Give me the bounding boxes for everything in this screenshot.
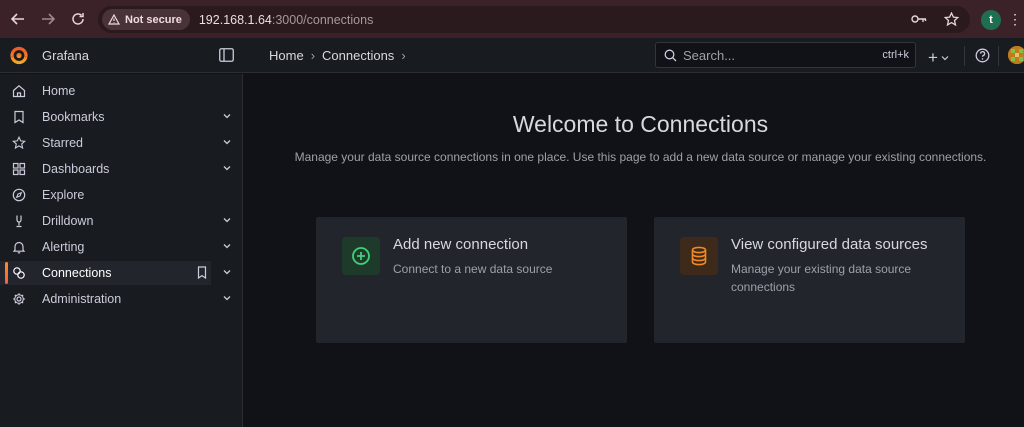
sidebar-item-starred[interactable]: Starred — [0, 131, 243, 155]
sidebar-item-label: Home — [42, 84, 76, 98]
chevron-down-icon[interactable] — [221, 136, 233, 148]
url-path: :3000/connections — [271, 12, 374, 27]
sidebar-item-bookmarks[interactable]: Bookmarks — [0, 105, 243, 129]
warning-icon — [108, 14, 120, 25]
header-divider — [964, 46, 965, 66]
card-title: View configured data sources — [731, 236, 928, 253]
sidebar-item-dashboards[interactable]: Dashboards — [0, 157, 243, 181]
bookmark-icon — [14, 110, 24, 124]
chevron-down-icon[interactable] — [221, 214, 233, 226]
search-placeholder: Search... — [683, 47, 736, 63]
reload-icon[interactable] — [66, 7, 90, 31]
sidebar-item-label: Explore — [42, 188, 85, 202]
new-button[interactable]: + — [928, 48, 949, 68]
chevron-down-icon — [941, 56, 949, 61]
sidebar-item-label: Connections — [42, 266, 112, 280]
address-bar[interactable]: Not secure 192.168.1.64:3000/connections — [98, 6, 970, 33]
url-host: 192.168.1.64 — [198, 12, 272, 27]
help-icon[interactable] — [975, 48, 990, 63]
add-new-connection-card[interactable]: Add new connection Connect to a new data… — [316, 217, 627, 343]
security-chip[interactable]: Not secure — [102, 9, 190, 30]
star-icon — [12, 136, 26, 150]
home-icon — [12, 85, 26, 98]
sidebar-item-explore[interactable]: Explore — [0, 183, 243, 207]
back-icon[interactable] — [6, 7, 30, 31]
apps-icon — [12, 162, 26, 176]
sidebar-item-connections[interactable]: Connections — [0, 261, 211, 285]
sidebar-item-alerting[interactable]: Alerting — [0, 235, 243, 259]
dock-menu-icon[interactable] — [219, 48, 234, 62]
forward-icon[interactable] — [36, 7, 60, 31]
password-key-icon[interactable] — [910, 10, 928, 28]
connections-icon — [13, 267, 25, 279]
grafana-logo-icon[interactable] — [9, 45, 29, 65]
sidebar-item-administration[interactable]: Administration — [0, 287, 243, 311]
card-description: Connect to a new data source — [393, 262, 553, 276]
card-title: Add new connection — [393, 236, 529, 253]
search-shortcut: ctrl+k — [882, 49, 909, 61]
grafana-header: Grafana Home › Connections › Search... c… — [0, 38, 1024, 73]
browser-menu-icon[interactable]: ⋮ — [1008, 10, 1022, 28]
chevron-down-icon[interactable] — [221, 162, 233, 174]
chevron-down-icon[interactable] — [221, 240, 233, 252]
search-input[interactable]: Search... ctrl+k — [655, 42, 916, 68]
view-data-sources-card[interactable]: View configured data sources Manage your… — [654, 217, 965, 343]
sidebar-item-label: Dashboards — [42, 162, 110, 176]
brand-name: Grafana — [42, 48, 89, 63]
chevron-down-icon[interactable] — [221, 266, 233, 278]
breadcrumb: Home › Connections › — [269, 48, 406, 63]
active-indicator — [5, 262, 8, 284]
card-description: Manage your existing data source connect… — [731, 262, 912, 294]
header-divider — [998, 46, 999, 66]
cog-icon — [13, 293, 25, 305]
browser-toolbar: Not secure 192.168.1.64:3000/connections… — [0, 0, 1024, 38]
sidebar-item-home[interactable]: Home — [0, 79, 243, 103]
sidebar-item-label: Administration — [42, 292, 122, 306]
main-content: Welcome to Connections Manage your data … — [244, 74, 1024, 427]
sidebar-item-label: Alerting — [42, 240, 85, 254]
chevron-down-icon[interactable] — [221, 292, 233, 304]
plus-circle-icon — [342, 237, 380, 275]
security-label: Not secure — [125, 13, 182, 26]
page-title: Welcome to Connections — [512, 111, 769, 137]
bell-icon — [12, 241, 26, 254]
sidebar-item-label: Bookmarks — [42, 110, 105, 124]
database-icon — [680, 237, 718, 275]
profile-avatar[interactable]: t — [981, 10, 1001, 30]
breadcrumb-home[interactable]: Home — [269, 48, 304, 63]
breadcrumb-separator-icon: › — [310, 48, 316, 63]
bookmark-icon[interactable] — [196, 266, 208, 279]
sidebar-item-label: Starred — [42, 136, 83, 150]
bookmark-star-icon[interactable] — [942, 10, 960, 28]
breadcrumb-connections[interactable]: Connections — [322, 48, 394, 63]
url-text: 192.168.1.64:3000/connections — [199, 13, 373, 27]
compass-icon — [12, 188, 26, 202]
plus-icon: + — [928, 48, 938, 67]
sidebar-item-drilldown[interactable]: Drilldown — [0, 209, 243, 233]
sidebar-item-label: Drilldown — [42, 214, 94, 228]
page-subtitle: Manage your data source connections in o… — [294, 150, 987, 164]
sidebar-nav: Home Bookmarks Starred Dashboards Explor… — [0, 74, 243, 427]
chevron-down-icon[interactable] — [221, 110, 233, 122]
search-icon — [664, 49, 677, 61]
drilldown-icon — [16, 215, 22, 228]
user-avatar[interactable] — [1008, 46, 1024, 64]
breadcrumb-separator-icon: › — [401, 48, 406, 63]
